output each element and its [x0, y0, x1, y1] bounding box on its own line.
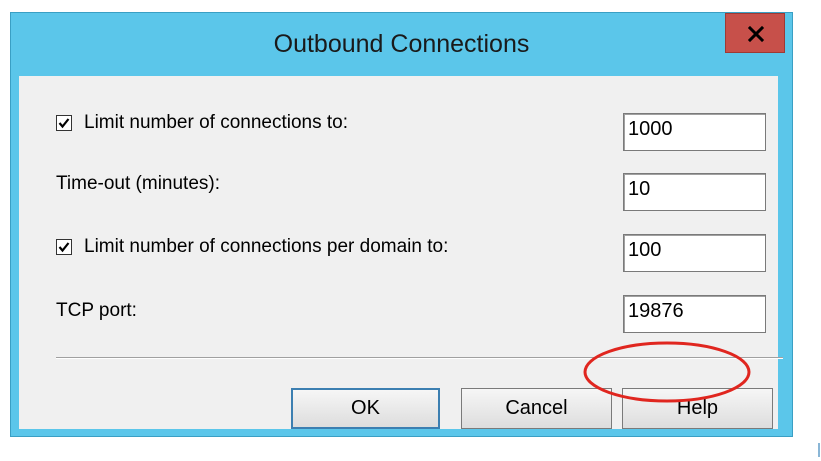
limit-per-domain-checkbox[interactable]	[56, 239, 72, 255]
ok-button[interactable]: OK	[291, 388, 440, 429]
limit-connections-input[interactable]: 1000	[623, 113, 766, 151]
title-bar[interactable]: Outbound Connections	[11, 13, 792, 75]
window-edge-fragment	[818, 443, 820, 457]
close-icon	[748, 26, 764, 42]
dialog-title: Outbound Connections	[273, 30, 530, 58]
limit-connections-label: Limit number of connections to:	[84, 112, 349, 133]
checkmark-icon	[58, 242, 70, 253]
highlight-ellipse-annotation	[583, 341, 751, 403]
dialog-body: Limit number of connections to: 1000 Tim…	[19, 76, 783, 429]
limit-connections-checkbox[interactable]	[56, 115, 72, 131]
checkmark-icon	[58, 118, 70, 129]
close-button[interactable]	[725, 13, 785, 53]
timeout-input[interactable]: 10	[623, 173, 766, 211]
limit-per-domain-input[interactable]: 100	[623, 234, 766, 272]
timeout-label: Time-out (minutes):	[56, 173, 220, 194]
tcp-port-input[interactable]: 19876	[623, 295, 766, 333]
limit-per-domain-label: Limit number of connections per domain t…	[84, 236, 449, 257]
tcp-port-label: TCP port:	[56, 300, 137, 321]
dialog-window: Outbound Connections Limit number of con…	[10, 12, 793, 437]
